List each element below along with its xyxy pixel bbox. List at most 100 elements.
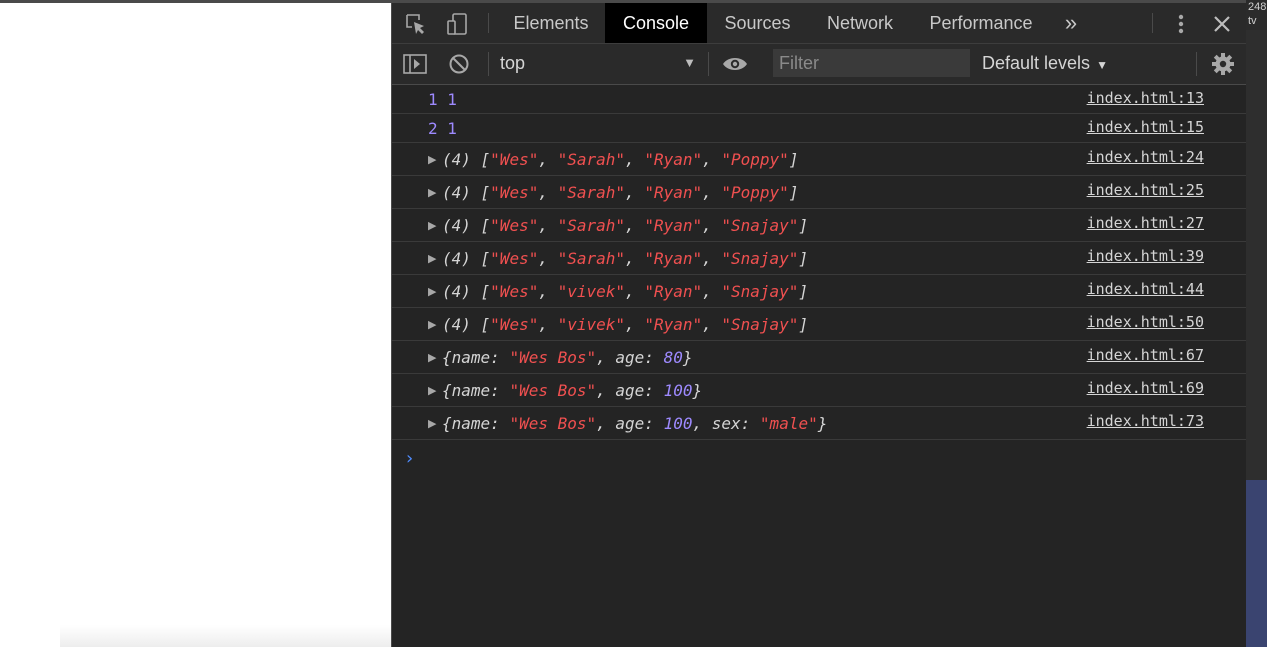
punctuation-text: , age:	[596, 413, 664, 433]
background-window-text: 248 tv	[1246, 0, 1267, 30]
punctuation-text: ,	[625, 149, 645, 169]
tab-network[interactable]: Network	[812, 3, 908, 43]
string-value: "Wes Bos"	[509, 347, 597, 367]
string-value: "Ryan"	[644, 248, 703, 268]
source-link[interactable]: index.html:25	[1087, 181, 1204, 199]
punctuation-text: ,	[702, 248, 722, 268]
punctuation-text: ,	[702, 182, 722, 202]
execution-context-selector[interactable]: top ▼	[490, 44, 704, 84]
punctuation-text: ,	[702, 281, 722, 301]
tabbar-separator	[488, 13, 489, 33]
expand-triangle-icon[interactable]: ▶	[428, 186, 438, 199]
console-message-text: ▶ {name: "Wes Bos", age: 100, sex: "male"…	[428, 407, 827, 439]
console-message-text: ▶ (4) ["Wes", "Sarah", "Ryan", "Poppy"]	[428, 176, 798, 208]
console-prompt-line[interactable]: ›	[392, 440, 1246, 500]
source-link[interactable]: index.html:73	[1087, 412, 1204, 430]
string-value: "Snajay"	[721, 248, 799, 268]
console-message-text: ▶ {name: "Wes Bos", age: 80}	[428, 341, 692, 373]
console-message-text: ▶ (4) ["Wes", "Sarah", "Ryan", "Snajay"]	[428, 242, 808, 274]
punctuation-text: (4) [	[442, 149, 491, 169]
console-message-row[interactable]: ▶ {name: "Wes Bos", age: 80} index.html:67	[392, 341, 1246, 374]
expand-triangle-icon[interactable]: ▶	[428, 351, 438, 364]
string-value: "Wes"	[490, 149, 539, 169]
expand-triangle-icon[interactable]: ▶	[428, 252, 438, 265]
console-message-row: 2 1 index.html:15	[392, 114, 1246, 143]
expand-triangle-icon[interactable]: ▶	[428, 384, 438, 397]
more-tabs-icon[interactable]: »	[1056, 3, 1086, 43]
tab-performance[interactable]: Performance	[916, 3, 1046, 43]
string-value: "Ryan"	[644, 215, 703, 235]
background-window-strip: 248 tv	[1246, 0, 1267, 647]
chevron-down-icon: ▼	[1096, 58, 1108, 72]
clear-console-icon[interactable]	[447, 52, 471, 76]
string-value: "Snajay"	[721, 314, 799, 334]
number-value: 80	[663, 347, 683, 367]
source-link[interactable]: index.html:39	[1087, 247, 1204, 265]
expand-triangle-icon[interactable]: ▶	[428, 285, 438, 298]
console-message-row[interactable]: ▶ (4) ["Wes", "Sarah", "Ryan", "Poppy"] in…	[392, 143, 1246, 176]
console-message-row: 1 1 index.html:13	[392, 85, 1246, 114]
background-text-line-1: 248	[1248, 1, 1267, 13]
punctuation-text: , age:	[596, 380, 664, 400]
tab-sources[interactable]: Sources	[710, 3, 805, 43]
source-link[interactable]: index.html:24	[1087, 148, 1204, 166]
number-value: 100	[663, 380, 693, 400]
toolbar-separator-3	[1196, 52, 1197, 76]
source-link[interactable]: index.html:13	[1087, 89, 1204, 107]
source-link[interactable]: index.html:15	[1087, 118, 1204, 136]
punctuation-text: {name:	[442, 413, 510, 433]
tab-elements[interactable]: Elements	[500, 3, 602, 43]
console-filter-input[interactable]	[773, 49, 970, 77]
console-message-row[interactable]: ▶ (4) ["Wes", "Sarah", "Ryan", "Snajay"] i…	[392, 209, 1246, 242]
string-value: "Wes"	[490, 215, 539, 235]
console-message-row[interactable]: ▶ {name: "Wes Bos", age: 100} index.html:6…	[392, 374, 1246, 407]
source-link[interactable]: index.html:50	[1087, 313, 1204, 331]
string-value: "Sarah"	[557, 149, 626, 169]
inspect-element-icon[interactable]	[404, 12, 428, 36]
close-devtools-icon[interactable]	[1210, 12, 1234, 36]
punctuation-text: ,	[625, 248, 645, 268]
string-value: "Snajay"	[721, 281, 799, 301]
punctuation-text: ]	[798, 215, 809, 235]
number-value: 1 1	[428, 89, 457, 109]
console-message-row[interactable]: ▶ (4) ["Wes", "vivek", "Ryan", "Snajay"] i…	[392, 275, 1246, 308]
expand-triangle-icon[interactable]: ▶	[428, 318, 438, 331]
console-message-row[interactable]: ▶ (4) ["Wes", "Sarah", "Ryan", "Poppy"] in…	[392, 176, 1246, 209]
console-message-row[interactable]: ▶ (4) ["Wes", "vivek", "Ryan", "Snajay"] i…	[392, 308, 1246, 341]
source-link[interactable]: index.html:69	[1087, 379, 1204, 397]
number-value: 100	[663, 413, 693, 433]
customize-menu-icon[interactable]	[1170, 11, 1192, 37]
punctuation-text: ,	[538, 281, 558, 301]
tab-console[interactable]: Console	[605, 3, 707, 43]
punctuation-text: ,	[625, 314, 645, 334]
page-viewport[interactable]	[0, 3, 391, 647]
console-message-row[interactable]: ▶ {name: "Wes Bos", age: 100, sex: "male"…	[392, 407, 1246, 440]
string-value: "Ryan"	[644, 281, 703, 301]
expand-triangle-icon[interactable]: ▶	[428, 153, 438, 166]
device-toolbar-icon[interactable]	[444, 11, 470, 37]
source-link[interactable]: index.html:67	[1087, 346, 1204, 364]
expand-triangle-icon[interactable]: ▶	[428, 219, 438, 232]
string-value: "vivek"	[557, 281, 626, 301]
punctuation-text: (4) [	[442, 248, 491, 268]
console-message-text: 1 1	[428, 85, 457, 113]
string-value: "Wes"	[490, 248, 539, 268]
punctuation-text: ,	[702, 314, 722, 334]
live-expression-eye-icon[interactable]	[720, 53, 750, 75]
log-levels-label: Default levels	[982, 53, 1091, 73]
string-value: "Sarah"	[557, 182, 626, 202]
punctuation-text: ]	[798, 281, 809, 301]
console-message-text: ▶ {name: "Wes Bos", age: 100}	[428, 374, 702, 406]
console-message-row[interactable]: ▶ (4) ["Wes", "Sarah", "Ryan", "Snajay"] i…	[392, 242, 1246, 275]
show-sidebar-icon[interactable]	[402, 52, 428, 76]
source-link[interactable]: index.html:27	[1087, 214, 1204, 232]
console-message-text: ▶ (4) ["Wes", "Sarah", "Ryan", "Snajay"]	[428, 209, 808, 241]
punctuation-text: ,	[538, 248, 558, 268]
expand-triangle-icon[interactable]: ▶	[428, 417, 438, 430]
string-value: "Wes Bos"	[509, 413, 597, 433]
source-link[interactable]: index.html:44	[1087, 280, 1204, 298]
background-text-line-2: tv	[1248, 15, 1257, 27]
console-settings-gear-icon[interactable]	[1210, 51, 1236, 77]
string-value: "Wes"	[490, 281, 539, 301]
log-levels-dropdown[interactable]: Default levels ▼	[982, 44, 1108, 84]
